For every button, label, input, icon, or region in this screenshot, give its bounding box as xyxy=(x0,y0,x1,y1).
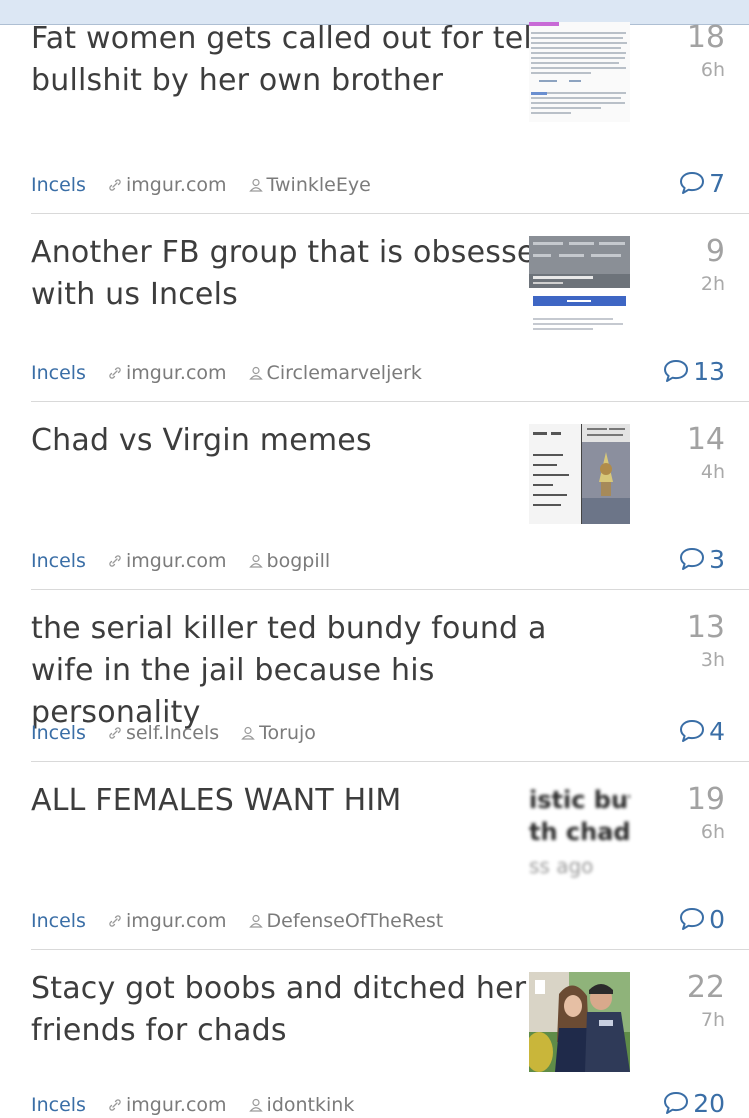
post-score: 19 xyxy=(686,782,725,817)
divider xyxy=(31,589,749,590)
post-meta: Incels imgur.com TwinkleEye xyxy=(31,172,371,198)
post-meta: Incels imgur.com DefenseOfTheRest xyxy=(31,908,443,934)
comments-button[interactable]: 0 xyxy=(679,904,725,934)
post-thumbnail[interactable] xyxy=(529,22,630,122)
comment-count: 3 xyxy=(709,544,725,574)
user-icon xyxy=(248,366,263,380)
post-thumbnail[interactable] xyxy=(529,972,630,1072)
comment-bubble-icon xyxy=(680,720,705,742)
comment-bubble-icon xyxy=(680,548,705,570)
link-icon xyxy=(109,179,121,191)
subreddit-link[interactable]: Incels xyxy=(31,172,86,198)
post-meta: Incels imgur.com bogpill xyxy=(31,548,330,574)
author-label: TwinkleEye xyxy=(266,174,371,196)
comment-bubble-icon xyxy=(664,1092,689,1114)
thumbnail-text: th chads. xyxy=(529,818,630,846)
subreddit-link[interactable]: Incels xyxy=(31,1092,86,1118)
post-title[interactable]: Chad vs Virgin memes xyxy=(31,420,611,462)
comments-button[interactable]: 7 xyxy=(679,168,725,198)
post-domain[interactable]: imgur.com xyxy=(108,172,227,198)
divider xyxy=(31,761,749,762)
comments-button[interactable]: 13 xyxy=(663,356,725,386)
post-author[interactable]: DefenseOfTheRest xyxy=(248,908,444,934)
link-icon xyxy=(109,1099,121,1111)
comment-count: 0 xyxy=(709,904,725,934)
author-label: Torujo xyxy=(259,722,316,744)
post-score: 13 xyxy=(686,610,725,645)
post-author[interactable]: TwinkleEye xyxy=(248,172,371,198)
post-age: 2h xyxy=(700,273,725,295)
comment-bubble-icon xyxy=(664,360,689,382)
post-age: 3h xyxy=(700,649,725,671)
post-score: 14 xyxy=(686,422,725,457)
divider xyxy=(31,401,749,402)
post-meta: Incels imgur.com Circlemarveljerk xyxy=(31,360,422,386)
link-icon xyxy=(109,367,121,379)
post-title[interactable]: ALL FEMALES WANT HIM xyxy=(31,780,611,822)
post-score: 9 xyxy=(705,234,725,269)
user-icon xyxy=(241,726,255,740)
post-thumbnail[interactable] xyxy=(529,424,630,524)
user-icon xyxy=(248,554,263,568)
post-meta: Incels imgur.com idontkink xyxy=(31,1092,354,1118)
domain-label: imgur.com xyxy=(125,1094,227,1116)
post-score: 18 xyxy=(686,20,725,55)
link-icon xyxy=(109,727,121,739)
post-author[interactable]: idontkink xyxy=(248,1092,355,1118)
comment-count: 7 xyxy=(709,168,725,198)
domain-label: imgur.com xyxy=(125,174,227,196)
post-feed: Fat women gets called out for telling bu… xyxy=(0,0,749,1118)
post-domain[interactable]: imgur.com xyxy=(108,908,227,934)
author-label: bogpill xyxy=(266,550,331,572)
comments-button[interactable]: 3 xyxy=(679,544,725,574)
post-domain[interactable]: imgur.com xyxy=(108,360,227,386)
comment-bubble-icon xyxy=(680,908,705,930)
author-label: Circlemarveljerk xyxy=(266,362,422,384)
author-label: DefenseOfTheRest xyxy=(266,910,444,932)
subreddit-link[interactable]: Incels xyxy=(31,908,86,934)
post-domain[interactable]: imgur.com xyxy=(108,548,227,574)
post-thumbnail[interactable]: istic but th chads. ss ago xyxy=(529,784,630,884)
post-title[interactable]: the serial killer ted bundy found a wife… xyxy=(31,608,611,734)
post-age: 6h xyxy=(700,821,725,843)
comments-button[interactable]: 4 xyxy=(679,716,725,746)
post-title[interactable]: Fat women gets called out for telling bu… xyxy=(31,18,611,102)
divider xyxy=(31,949,749,950)
post-author[interactable]: bogpill xyxy=(248,548,331,574)
comments-button[interactable]: 20 xyxy=(663,1088,725,1118)
comment-count: 20 xyxy=(693,1088,725,1118)
link-icon xyxy=(109,555,121,567)
comment-count: 4 xyxy=(709,716,725,746)
domain-label: self.Incels xyxy=(125,722,220,744)
post-title[interactable]: Another FB group that is obsessed with u… xyxy=(31,232,611,316)
author-label: idontkink xyxy=(266,1094,355,1116)
post-title[interactable]: Stacy got boobs and ditched her incel fr… xyxy=(31,968,611,1052)
post-age: 4h xyxy=(700,461,725,483)
subreddit-link[interactable]: Incels xyxy=(31,548,86,574)
post-age: 6h xyxy=(700,59,725,81)
divider xyxy=(31,213,749,214)
domain-label: imgur.com xyxy=(125,362,227,384)
subreddit-link[interactable]: Incels xyxy=(31,360,86,386)
domain-label: imgur.com xyxy=(125,910,227,932)
domain-label: imgur.com xyxy=(125,550,227,572)
post-domain[interactable]: self.Incels xyxy=(108,720,219,746)
post-author[interactable]: Circlemarveljerk xyxy=(248,360,422,386)
link-icon xyxy=(109,915,121,927)
thumbnail-text: istic but xyxy=(529,786,630,814)
post-age: 7h xyxy=(700,1009,725,1031)
post-score: 22 xyxy=(686,970,725,1005)
subreddit-link[interactable]: Incels xyxy=(31,720,86,746)
user-icon xyxy=(248,178,263,192)
post-domain[interactable]: imgur.com xyxy=(108,1092,227,1118)
comment-count: 13 xyxy=(693,356,725,386)
user-icon xyxy=(248,914,263,928)
post-meta: Incels self.Incels Torujo xyxy=(31,720,316,746)
post-thumbnail[interactable] xyxy=(529,236,630,336)
thumbnail-text: ss ago xyxy=(529,854,594,878)
user-icon xyxy=(248,1098,263,1112)
post-author[interactable]: Torujo xyxy=(241,720,316,746)
comment-bubble-icon xyxy=(680,172,705,194)
